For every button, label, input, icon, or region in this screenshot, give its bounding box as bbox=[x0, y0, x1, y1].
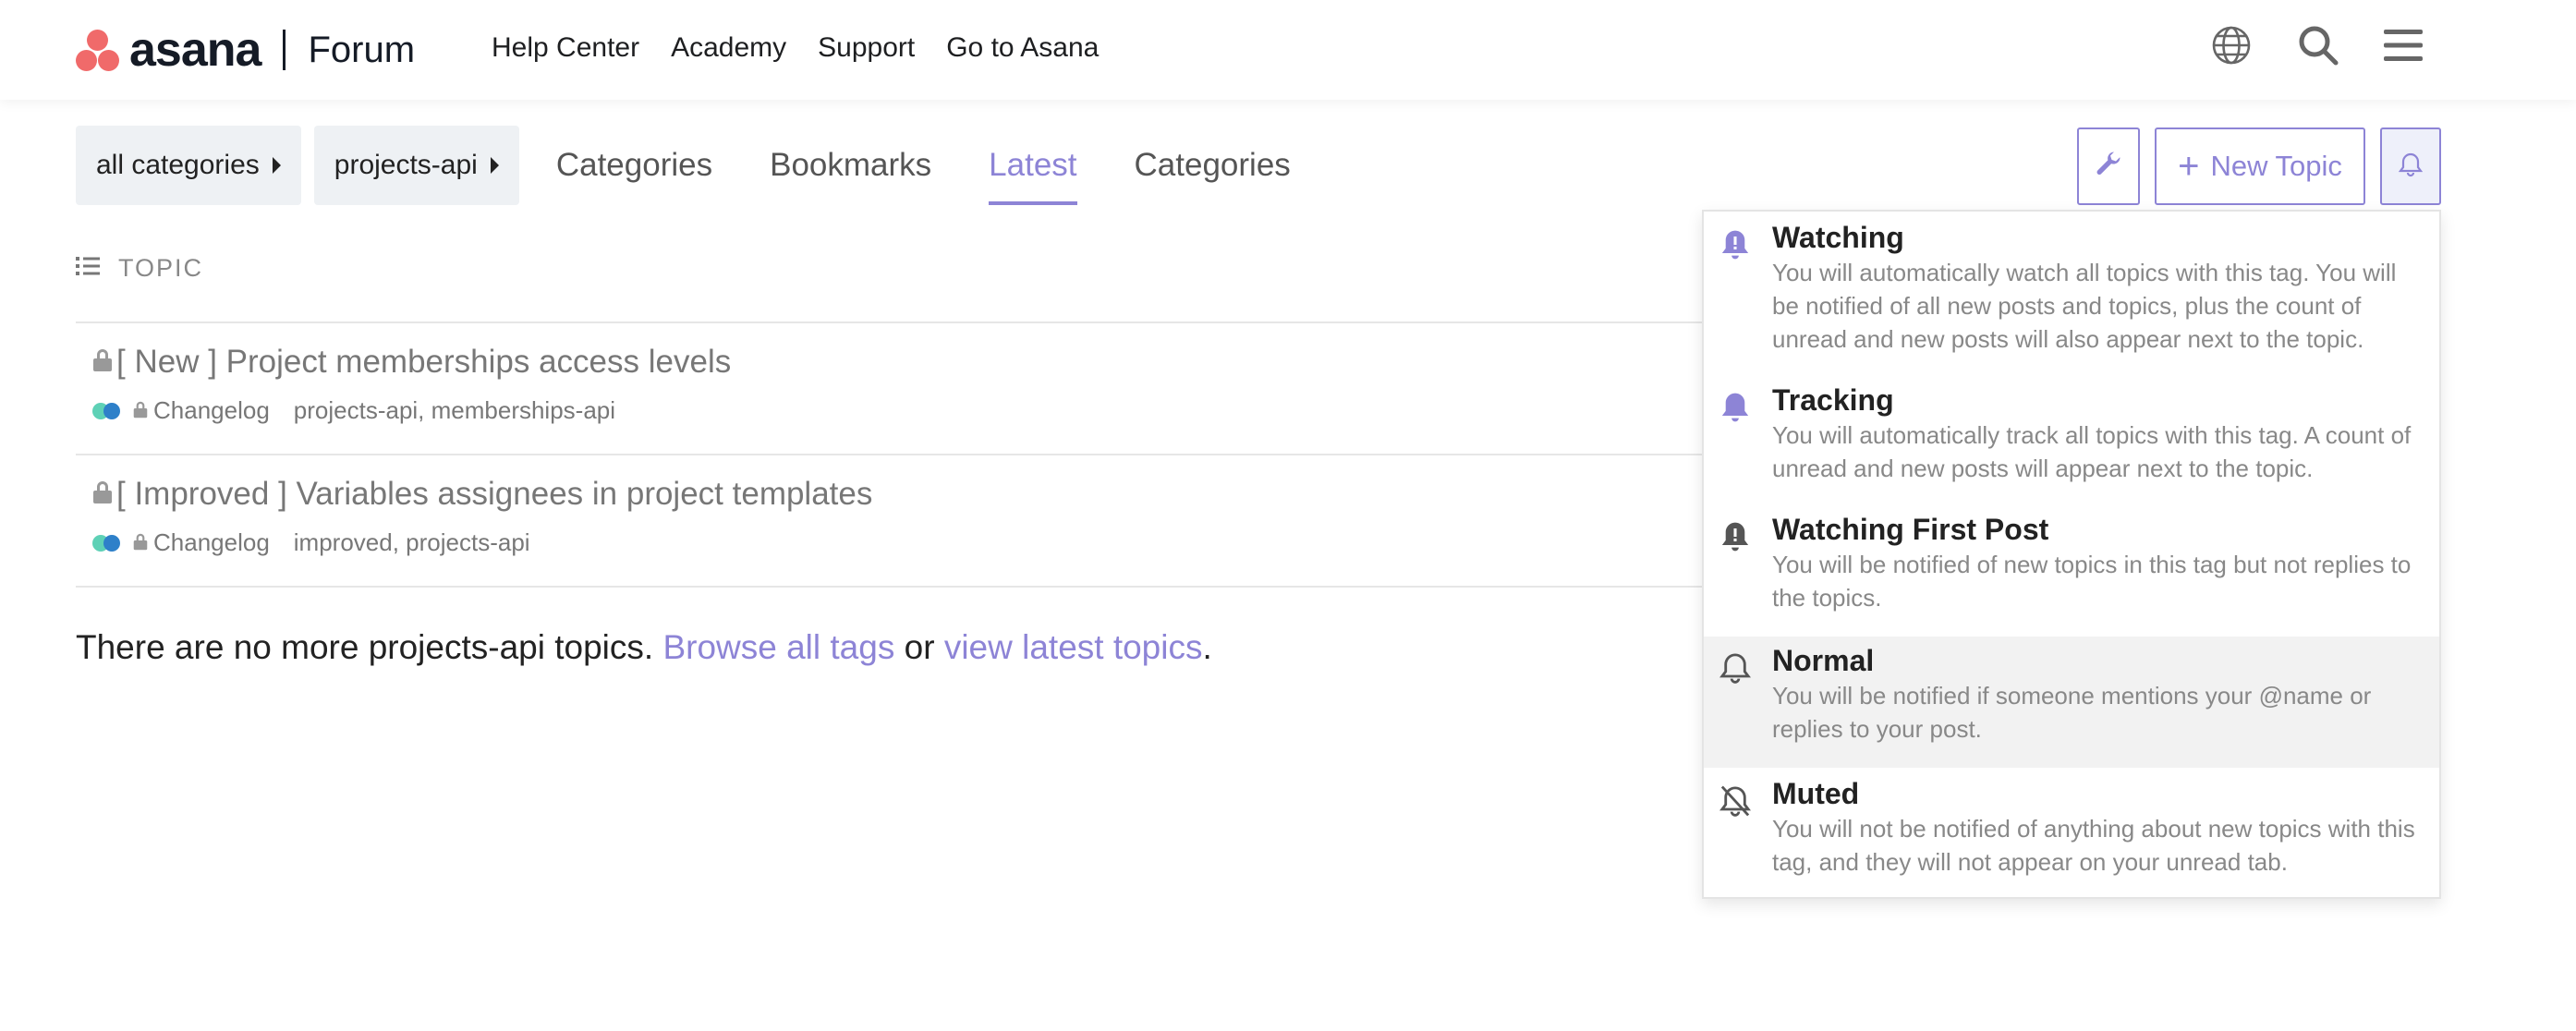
bell-exclamation-icon bbox=[1717, 226, 1754, 263]
divider bbox=[76, 586, 1702, 588]
topic-header-label: TOPIC bbox=[118, 253, 204, 282]
nav-link-help-center[interactable]: Help Center bbox=[492, 28, 639, 68]
globe-icon[interactable] bbox=[2206, 20, 2256, 70]
bell-outline-icon bbox=[2398, 152, 2424, 182]
topic-meta: Changelog improved, projects-api bbox=[92, 524, 872, 561]
view-latest-topics-link[interactable]: view latest topics bbox=[944, 628, 1203, 666]
brand-name: asana bbox=[129, 23, 261, 77]
topic-title-link[interactable]: [ New ] Project memberships access level… bbox=[92, 342, 731, 382]
breadcrumb-label: all categories bbox=[96, 150, 260, 180]
notification-option-muted[interactable]: Muted You will not be notified of anythi… bbox=[1704, 775, 2439, 879]
bell-outline-icon bbox=[1717, 649, 1754, 686]
no-more-topics-message: There are no more projects-api topics. B… bbox=[76, 628, 1212, 667]
hamburger-menu-icon[interactable] bbox=[2378, 20, 2428, 70]
caret-right-icon bbox=[490, 157, 499, 174]
plus-icon: + bbox=[2178, 146, 2200, 187]
new-topic-label: New Topic bbox=[2210, 150, 2342, 182]
topic-title-text: [ Improved ] Variables assignees in proj… bbox=[116, 476, 873, 512]
lock-icon bbox=[92, 476, 113, 513]
footer-text: or bbox=[894, 628, 944, 666]
topic-meta: Changelog projects-api, memberships-api bbox=[92, 392, 731, 429]
topic-row: [ New ] Project memberships access level… bbox=[92, 342, 731, 429]
tab-categories[interactable]: Categories bbox=[556, 126, 712, 205]
category-badge-icon bbox=[92, 533, 126, 552]
tab-bookmarks[interactable]: Bookmarks bbox=[770, 126, 931, 205]
option-description: You will automatically track all topics … bbox=[1772, 421, 2412, 482]
nav-link-go-to-asana[interactable]: Go to Asana bbox=[946, 28, 1099, 68]
option-description: You will be notified of new topics in th… bbox=[1772, 551, 2412, 612]
wrench-icon bbox=[2095, 151, 2122, 183]
asana-logo[interactable]: asana Forum bbox=[76, 22, 415, 78]
topic-tags[interactable]: projects-api, memberships-api bbox=[294, 396, 615, 425]
logo-divider bbox=[283, 30, 286, 70]
divider bbox=[76, 454, 1702, 455]
breadcrumb-all-categories[interactable]: all categories bbox=[76, 126, 301, 205]
divider bbox=[76, 321, 1702, 323]
topic-title-text: [ New ] Project memberships access level… bbox=[116, 344, 732, 380]
option-description: You will automatically watch all topics … bbox=[1772, 259, 2397, 353]
topic-tags[interactable]: improved, projects-api bbox=[294, 528, 530, 557]
category-navbar: all categories projects-api Categories B… bbox=[76, 126, 1324, 205]
notification-option-normal[interactable]: Normal You will be notified if someone m… bbox=[1704, 637, 2439, 768]
bell-icon bbox=[1717, 389, 1754, 426]
lock-icon bbox=[133, 396, 148, 425]
bell-slash-icon bbox=[1717, 782, 1754, 819]
caret-right-icon bbox=[272, 157, 281, 174]
top-navigation: Help Center Academy Support Go to Asana bbox=[492, 28, 1099, 68]
tab-latest[interactable]: Latest bbox=[989, 126, 1077, 205]
topic-column-header[interactable]: TOPIC bbox=[76, 249, 203, 286]
tab-categories-2[interactable]: Categories bbox=[1135, 126, 1291, 205]
admin-wrench-button[interactable] bbox=[2077, 127, 2140, 205]
nav-link-academy[interactable]: Academy bbox=[671, 28, 786, 68]
asana-logo-icon bbox=[76, 28, 120, 72]
notification-level-dropdown: Watching You will automatically watch al… bbox=[1702, 210, 2441, 899]
category-badge-icon bbox=[92, 401, 126, 419]
category-link[interactable]: Changelog bbox=[153, 528, 270, 557]
notification-option-watching-first-post[interactable]: Watching First Post You will be notified… bbox=[1704, 511, 2439, 614]
category-link[interactable]: Changelog bbox=[153, 396, 270, 425]
site-header: asana Forum Help Center Academy Support … bbox=[0, 0, 2576, 100]
breadcrumb-label: projects-api bbox=[334, 150, 478, 180]
lock-icon bbox=[92, 344, 113, 381]
notification-option-tracking[interactable]: Tracking You will automatically track al… bbox=[1704, 382, 2439, 485]
list-icon bbox=[76, 256, 100, 281]
bell-exclamation-icon bbox=[1717, 518, 1754, 555]
option-title: Tracking bbox=[1772, 383, 1894, 417]
lock-icon bbox=[133, 528, 148, 557]
option-description: You will be notified if someone mentions… bbox=[1772, 682, 2372, 743]
breadcrumb-projects-api[interactable]: projects-api bbox=[313, 126, 519, 205]
topic-title-link[interactable]: [ Improved ] Variables assignees in proj… bbox=[92, 474, 872, 515]
search-icon[interactable] bbox=[2293, 20, 2343, 70]
forum-label: Forum bbox=[308, 30, 416, 70]
option-title: Normal bbox=[1772, 644, 1875, 677]
option-title: Watching bbox=[1772, 221, 1904, 254]
option-description: You will not be notified of anything abo… bbox=[1772, 815, 2415, 876]
option-title: Watching First Post bbox=[1772, 513, 2049, 546]
browse-all-tags-link[interactable]: Browse all tags bbox=[662, 628, 894, 666]
nav-link-support[interactable]: Support bbox=[818, 28, 915, 68]
topic-row: [ Improved ] Variables assignees in proj… bbox=[92, 474, 872, 561]
notification-level-button[interactable] bbox=[2380, 127, 2441, 205]
footer-text: There are no more projects-api topics. bbox=[76, 628, 663, 666]
new-topic-button[interactable]: + New Topic bbox=[2155, 127, 2365, 205]
footer-text: . bbox=[1202, 628, 1212, 666]
notification-option-watching[interactable]: Watching You will automatically watch al… bbox=[1704, 219, 2439, 356]
option-title: Muted bbox=[1772, 777, 1860, 810]
